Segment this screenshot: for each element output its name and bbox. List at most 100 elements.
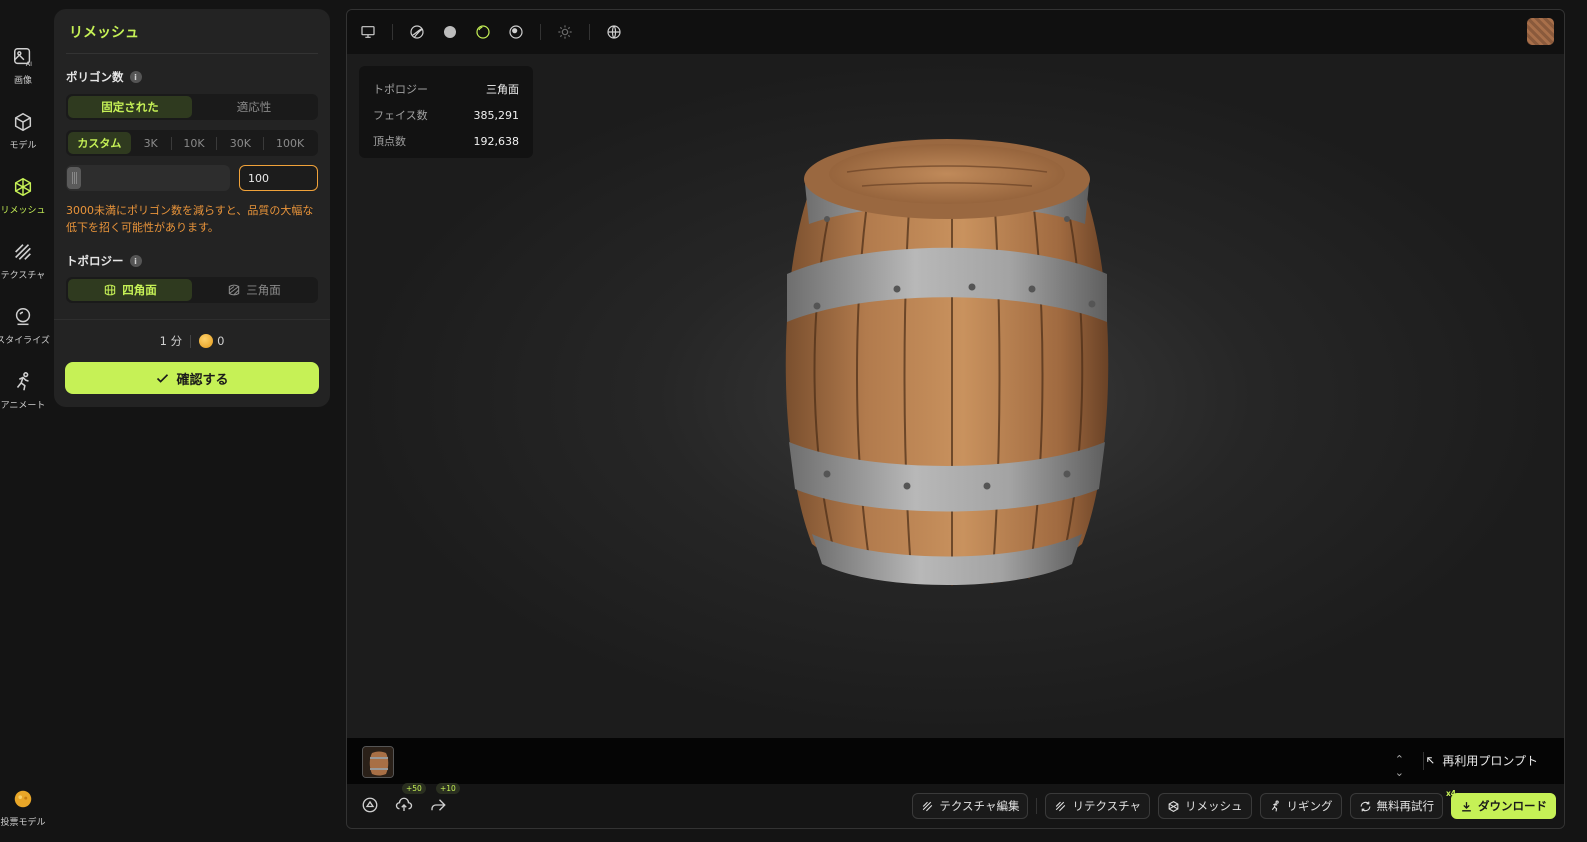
divider [66, 53, 318, 54]
divider [1423, 752, 1424, 770]
stat-row: トポロジー 三角面 [373, 76, 519, 102]
polygon-count-input[interactable]: 100 [239, 165, 318, 191]
sidebar-item-label: リメッシュ [0, 206, 46, 216]
divider [540, 24, 541, 40]
topology-label: トポロジー i [66, 253, 142, 269]
action-bar: +50 +10 テクスチャ編集 リテクスチャ リメッシュ リギング 無料再試行 … [347, 783, 1564, 828]
action-bar-right: テクスチャ編集 リテクスチャ リメッシュ リギング 無料再試行 x4 ダウンロー… [912, 789, 1556, 819]
preset-3k[interactable]: 3K [131, 132, 171, 154]
expand-collapse-icon[interactable]: ⌃ ⌄ [1395, 753, 1404, 779]
free-retry-button[interactable]: 無料再試行 [1349, 793, 1443, 819]
panel-title: リメッシュ [69, 25, 139, 41]
divider [589, 24, 590, 40]
share-icon[interactable]: +10 [429, 783, 460, 814]
community-icon[interactable] [361, 796, 379, 814]
download-icon [1462, 801, 1471, 811]
sidebar-item-animate[interactable]: アニメート [0, 371, 46, 411]
check-icon [157, 373, 169, 383]
monitor-icon[interactable] [359, 23, 377, 41]
vote-icon [14, 790, 32, 808]
3d-canvas[interactable]: トポロジー 三角面 フェイス数 385,291 頂点数 192,638 [347, 54, 1564, 738]
estimated-time: 1 分 [159, 334, 183, 348]
texture-edit-button[interactable]: テクスチャ編集 [912, 793, 1029, 819]
clay-sphere-icon[interactable] [474, 23, 492, 41]
textured-sphere-icon[interactable] [507, 23, 525, 41]
stat-value: 三角面 [486, 83, 519, 96]
sidebar-item-vote[interactable]: 投票モデル [0, 788, 46, 828]
sidebar-item-label: アニメート [0, 401, 46, 411]
share-reward-badge: +10 [436, 783, 460, 794]
refresh-icon [1360, 801, 1370, 811]
texture-icon [15, 244, 31, 260]
stat-key: 頂点数 [373, 135, 406, 148]
sidebar-item-model[interactable]: モデル [0, 111, 46, 151]
image-ai-icon: AI [14, 48, 32, 68]
topology-tri-option[interactable]: 三角面 [192, 279, 316, 301]
sidebar-item-remesh[interactable]: リメッシュ [0, 176, 46, 216]
topology-quad-option[interactable]: 四角面 [68, 279, 192, 301]
upload-reward-badge: +50 [402, 783, 426, 794]
sidebar-item-image[interactable]: AI 画像 [0, 46, 46, 86]
polygon-warning: 3000未満にポリゴン数を減らすと、品質の大幅な低下を招く可能性があります。 [66, 204, 314, 234]
reuse-prompt-label: 再利用プロンプト [1442, 754, 1538, 768]
solid-sphere-icon[interactable] [441, 23, 459, 41]
tri-mesh-icon [229, 284, 240, 296]
download-button[interactable]: ダウンロード [1451, 793, 1556, 819]
reuse-prompt-button[interactable]: 再利用プロンプト [1425, 752, 1538, 769]
info-icon[interactable]: i [129, 255, 142, 267]
sidebar-item-texture[interactable]: テクスチャ [0, 241, 46, 281]
preset-10k[interactable]: 10K [172, 132, 217, 154]
topology-tri-label: 三角面 [246, 283, 281, 297]
rigging-button[interactable]: リギング [1259, 793, 1342, 819]
viewer-toolbar [347, 10, 1564, 54]
polygon-count-label: ポリゴン数 i [66, 69, 142, 85]
stylize-icon [15, 308, 31, 326]
stat-value: 385,291 [473, 108, 520, 122]
remesh-icon [14, 177, 32, 197]
slider-thumb[interactable] [67, 167, 81, 189]
retexture-label: リテクスチャ [1072, 799, 1141, 813]
polygon-presets: カスタム 3K 10K 30K 100K [66, 130, 318, 156]
mode-adaptive-option[interactable]: 適応性 [192, 96, 316, 118]
stat-row: フェイス数 385,291 [373, 102, 519, 128]
avatar[interactable] [1527, 18, 1554, 45]
download-label: ダウンロード [1478, 799, 1547, 813]
topology-quad-label: 四角面 [122, 283, 157, 297]
info-icon[interactable]: i [129, 71, 142, 83]
remesh-icon [1168, 800, 1179, 812]
rigging-icon [1271, 800, 1279, 811]
polygon-mode-toggle: 固定された 適応性 [66, 94, 318, 120]
credit-cost: 0 [199, 334, 224, 349]
retexture-button[interactable]: リテクスチャ [1045, 793, 1150, 819]
model-viewer: トポロジー 三角面 フェイス数 385,291 頂点数 192,638 ⌃ ⌄ … [346, 9, 1565, 829]
preset-30k[interactable]: 30K [217, 132, 263, 154]
confirm-button[interactable]: 確認する [65, 362, 319, 394]
globe-icon[interactable] [605, 23, 623, 41]
divider [54, 319, 330, 320]
preset-100k[interactable]: 100K [264, 132, 316, 154]
light-icon[interactable] [556, 23, 574, 41]
svg-text:AI: AI [26, 60, 32, 68]
cube-icon [14, 112, 32, 132]
divider [392, 24, 393, 40]
polygon-slider[interactable] [66, 165, 230, 191]
coin-icon [199, 334, 214, 349]
mode-fixed-option[interactable]: 固定された [68, 96, 192, 118]
preset-custom[interactable]: カスタム [68, 132, 131, 154]
model-thumbnail[interactable] [362, 746, 394, 778]
left-rail: AI 画像 モデル リメッシュ テクスチャ スタイライズ アニメート 投票モデル [0, 0, 50, 842]
sidebar-item-label: モデル [9, 141, 37, 151]
sidebar-item-stylize[interactable]: スタイライズ [0, 306, 50, 346]
remesh-panel: リメッシュ ポリゴン数 i 固定された 適応性 カスタム 3K 10K 30K … [54, 9, 330, 407]
stat-key: トポロジー [373, 83, 428, 96]
cost-info: 1 分 0 [54, 333, 330, 349]
animate-icon [16, 372, 29, 391]
upload-icon[interactable]: +50 [395, 783, 426, 814]
barrel-model [785, 139, 1109, 586]
wireframe-sphere-icon[interactable] [408, 23, 426, 41]
remesh-button[interactable]: リメッシュ [1158, 793, 1252, 819]
credit-cost-value: 0 [217, 333, 225, 348]
sidebar-item-label: 画像 [13, 76, 32, 86]
sidebar-item-label: スタイライズ [0, 336, 50, 346]
mesh-stats: トポロジー 三角面 フェイス数 385,291 頂点数 192,638 [359, 66, 533, 158]
